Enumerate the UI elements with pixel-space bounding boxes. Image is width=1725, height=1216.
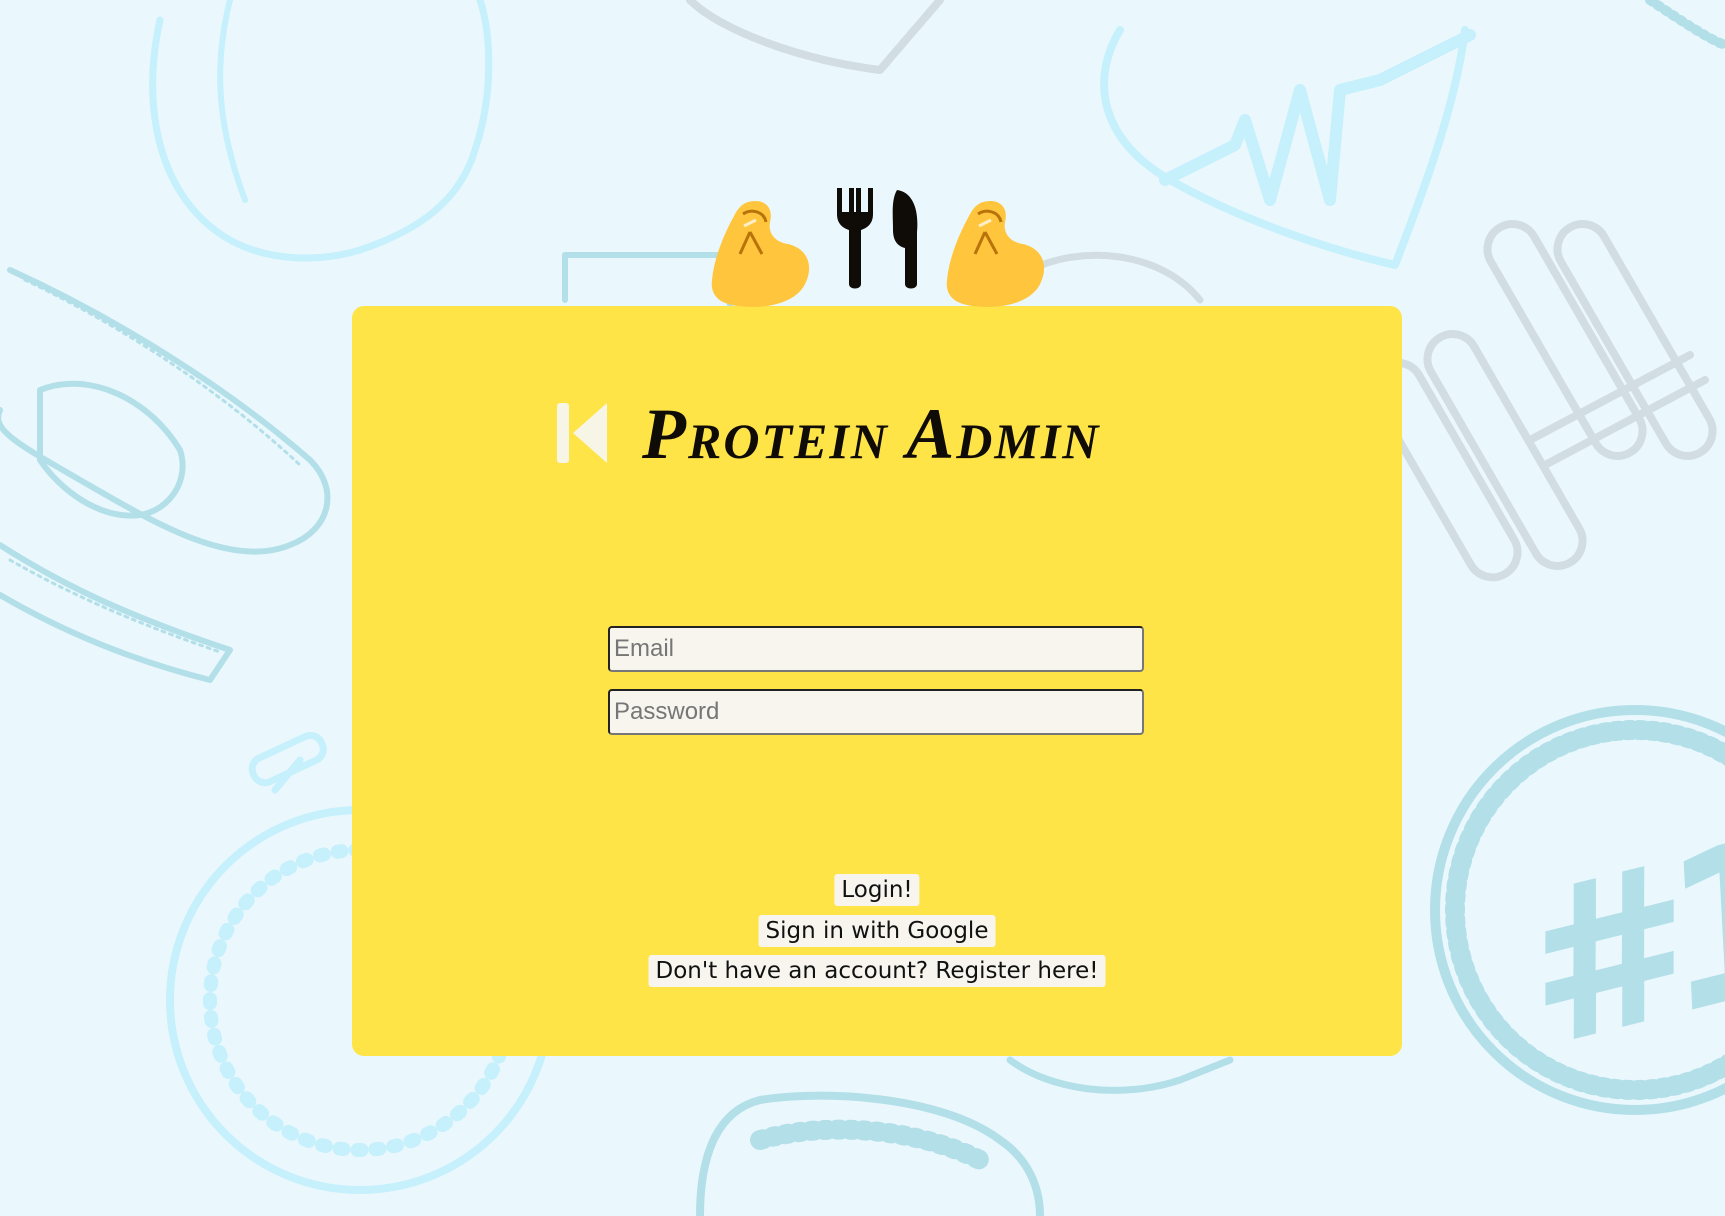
measuring-tape-doodle-icon [0, 267, 331, 555]
fork-and-knife-icon [837, 188, 918, 289]
password-input[interactable] [608, 689, 1144, 735]
skip-back-icon[interactable] [555, 401, 611, 465]
flexed-biceps-icon [946, 200, 1045, 307]
emoji-header [0, 180, 1725, 307]
bowl-doodle-icon [1006, 1056, 1234, 1094]
lunchbox-doodle-icon [686, 0, 944, 74]
register-link-button[interactable]: Don't have an account? Register here! [648, 955, 1106, 987]
google-signin-button[interactable]: Sign in with Google [758, 915, 996, 947]
app-title: Protein Admin [642, 394, 1101, 474]
email-input[interactable] [608, 626, 1144, 672]
scale-doodle-icon [696, 1091, 1044, 1216]
login-button[interactable]: Login! [834, 874, 920, 906]
login-card: Protein Admin Login! Sign in with Google… [352, 306, 1402, 1056]
flexed-biceps-icon [711, 200, 810, 307]
